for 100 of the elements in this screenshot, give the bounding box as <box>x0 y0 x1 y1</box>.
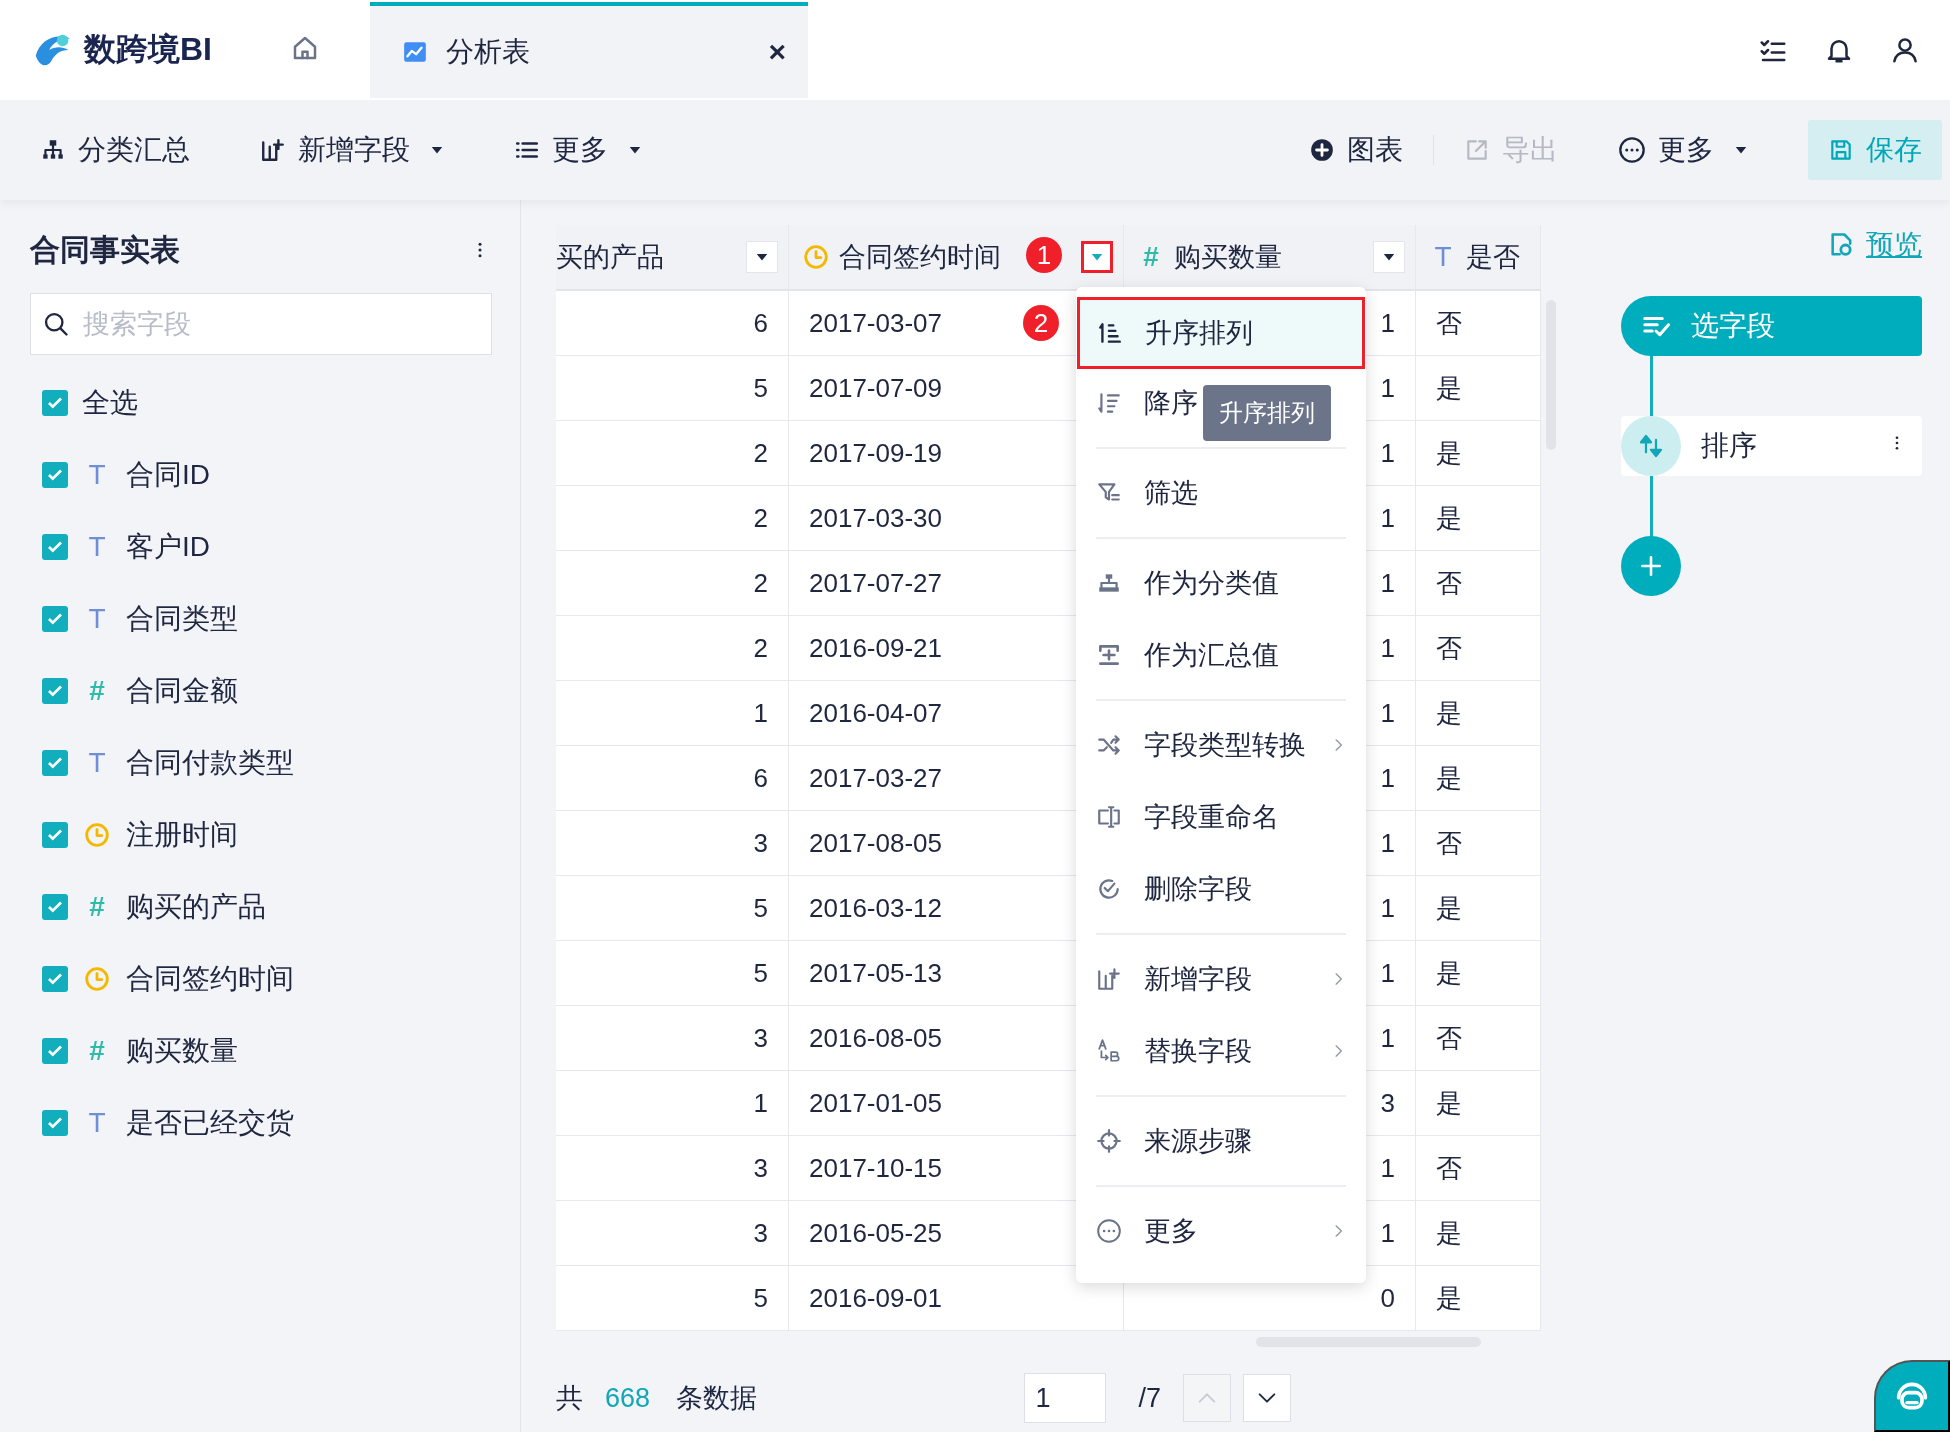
checkbox[interactable] <box>42 678 68 704</box>
tab[interactable]: 分析表 × <box>370 2 808 98</box>
table-cell: 2016-05-25 <box>809 1217 942 1249</box>
checkbox[interactable] <box>42 822 68 848</box>
menu-item[interactable]: 更多 <box>1096 1213 1198 1249</box>
checkbox[interactable] <box>42 966 68 992</box>
more-circle-icon <box>1618 136 1646 164</box>
table-cell-text: 否 <box>1436 1021 1462 1055</box>
table-cell: 1 <box>1380 827 1395 859</box>
table-cell: 1 <box>1380 697 1395 729</box>
page-input[interactable]: 1 <box>1024 1373 1107 1424</box>
table-cell: 5 <box>753 892 768 924</box>
menu-item[interactable]: 字段重命名 <box>1096 799 1279 835</box>
table-cell: 1 <box>1380 1217 1395 1249</box>
table-cell: 2017-09-19 <box>809 437 942 469</box>
menu-item[interactable]: 替换字段 <box>1096 1033 1252 1069</box>
checkbox[interactable] <box>42 1110 68 1136</box>
table-cell-text: 是 <box>1436 1281 1462 1315</box>
more-circle-icon <box>1096 1218 1122 1244</box>
sort-ascending-icon <box>1097 320 1123 346</box>
table-cell: 1 <box>1380 372 1395 404</box>
menu-item[interactable]: 降序 <box>1096 385 1198 421</box>
add-column-icon <box>1096 966 1122 992</box>
table-cell: 3 <box>1380 1087 1395 1119</box>
toolbar-button[interactable]: 更多 <box>514 131 642 169</box>
plus-icon <box>1638 553 1664 579</box>
table-cell: 1 <box>1380 1022 1395 1054</box>
menu-item[interactable]: 升序排列 <box>1097 315 1253 351</box>
column-header: 是否 <box>1466 241 1520 274</box>
plus-circle-icon <box>1309 137 1335 163</box>
checkbox[interactable] <box>42 750 68 776</box>
field-type-icon: T <box>82 531 112 563</box>
table-cell: 2017-03-30 <box>809 502 942 534</box>
menu-item[interactable]: 作为汇总值 <box>1096 637 1279 673</box>
export-icon <box>1464 137 1490 163</box>
table-cell-text: 是 <box>1436 371 1462 405</box>
toolbar-button[interactable]: 图表 <box>1309 131 1403 169</box>
table-cell-text: 否 <box>1436 1151 1462 1185</box>
table-cell: 5 <box>753 957 768 989</box>
field-type-icon: T <box>82 1107 112 1139</box>
table-cell: 1 <box>753 697 768 729</box>
menu-item[interactable]: 作为分类值 <box>1096 565 1279 601</box>
table-cell: 2017-03-07 <box>809 307 942 339</box>
field-type-icon: T <box>82 459 112 491</box>
field-label: 购买的产品 <box>126 890 266 924</box>
table-cell: 1 <box>1380 892 1395 924</box>
toolbar-button[interactable]: 分类汇总 <box>40 131 190 169</box>
table-cell: 2017-08-05 <box>809 827 942 859</box>
table-cell: 5 <box>753 1282 768 1314</box>
aggregate-icon <box>1096 642 1122 668</box>
checkbox[interactable] <box>42 534 68 560</box>
menu-item[interactable]: 删除字段 <box>1096 871 1252 907</box>
table-cell: 1 <box>1380 762 1395 794</box>
table-cell: 2016-03-12 <box>809 892 942 924</box>
table-cell: 2 <box>753 437 768 469</box>
table-cell: 2016-04-07 <box>809 697 942 729</box>
toolbar-button[interactable]: 新增字段 <box>260 131 444 169</box>
column-type-icon: T <box>1428 241 1458 273</box>
search-field[interactable]: 搜索字段 <box>30 293 492 355</box>
menu-item[interactable]: 新增字段 <box>1096 961 1252 997</box>
checkbox[interactable] <box>42 390 68 416</box>
menu-item[interactable]: 筛选 <box>1096 475 1198 511</box>
table-cell: 3 <box>753 827 768 859</box>
step-item[interactable]: 排序 <box>1621 416 1922 476</box>
column-type-icon: # <box>1136 241 1166 273</box>
field-label: 购买数量 <box>126 1034 238 1068</box>
field-label: 注册时间 <box>126 818 238 852</box>
table-cell: 1 <box>1380 957 1395 989</box>
table-cell: 2016-09-21 <box>809 632 942 664</box>
checkbox[interactable] <box>42 606 68 632</box>
next-page-button[interactable] <box>1243 1374 1291 1423</box>
menu-item[interactable]: 来源步骤 <box>1096 1123 1252 1159</box>
total-label: 条数据 <box>676 1382 758 1416</box>
table-cell: 2 <box>753 632 768 664</box>
support-chat-button[interactable] <box>1874 1360 1950 1432</box>
add-step-button[interactable] <box>1621 536 1681 596</box>
table-cell: 2017-05-13 <box>809 957 942 989</box>
select-all-label: 全选 <box>82 386 138 420</box>
field-type-icon: # <box>82 675 112 707</box>
save-icon <box>1828 137 1854 163</box>
table-cell: 1 <box>1380 1152 1395 1184</box>
checkbox[interactable] <box>42 894 68 920</box>
field-label: 是否已经交货 <box>126 1106 294 1140</box>
table-cell-text: 是 <box>1436 436 1462 470</box>
table-cell: 1 <box>1380 502 1395 534</box>
column-header: 购买数量 <box>1174 241 1282 274</box>
checkbox[interactable] <box>42 462 68 488</box>
table-cell-text: 否 <box>1436 631 1462 665</box>
user-icon[interactable] <box>1890 35 1920 65</box>
field-type-icon: T <box>82 603 112 635</box>
checkbox[interactable] <box>42 1038 68 1064</box>
table-cell: 2017-03-27 <box>809 762 942 794</box>
toolbar-button[interactable]: 更多 <box>1618 131 1748 169</box>
table-cell-text: 是 <box>1436 501 1462 535</box>
menu-item[interactable]: 字段类型转换 <box>1096 727 1306 763</box>
table-cell-text: 否 <box>1436 826 1462 860</box>
table-cell: 1 <box>1380 437 1395 469</box>
close-button[interactable]: × <box>768 35 786 69</box>
sort-descending-icon <box>1096 390 1122 416</box>
panel-title: 合同事实表 <box>30 231 180 268</box>
